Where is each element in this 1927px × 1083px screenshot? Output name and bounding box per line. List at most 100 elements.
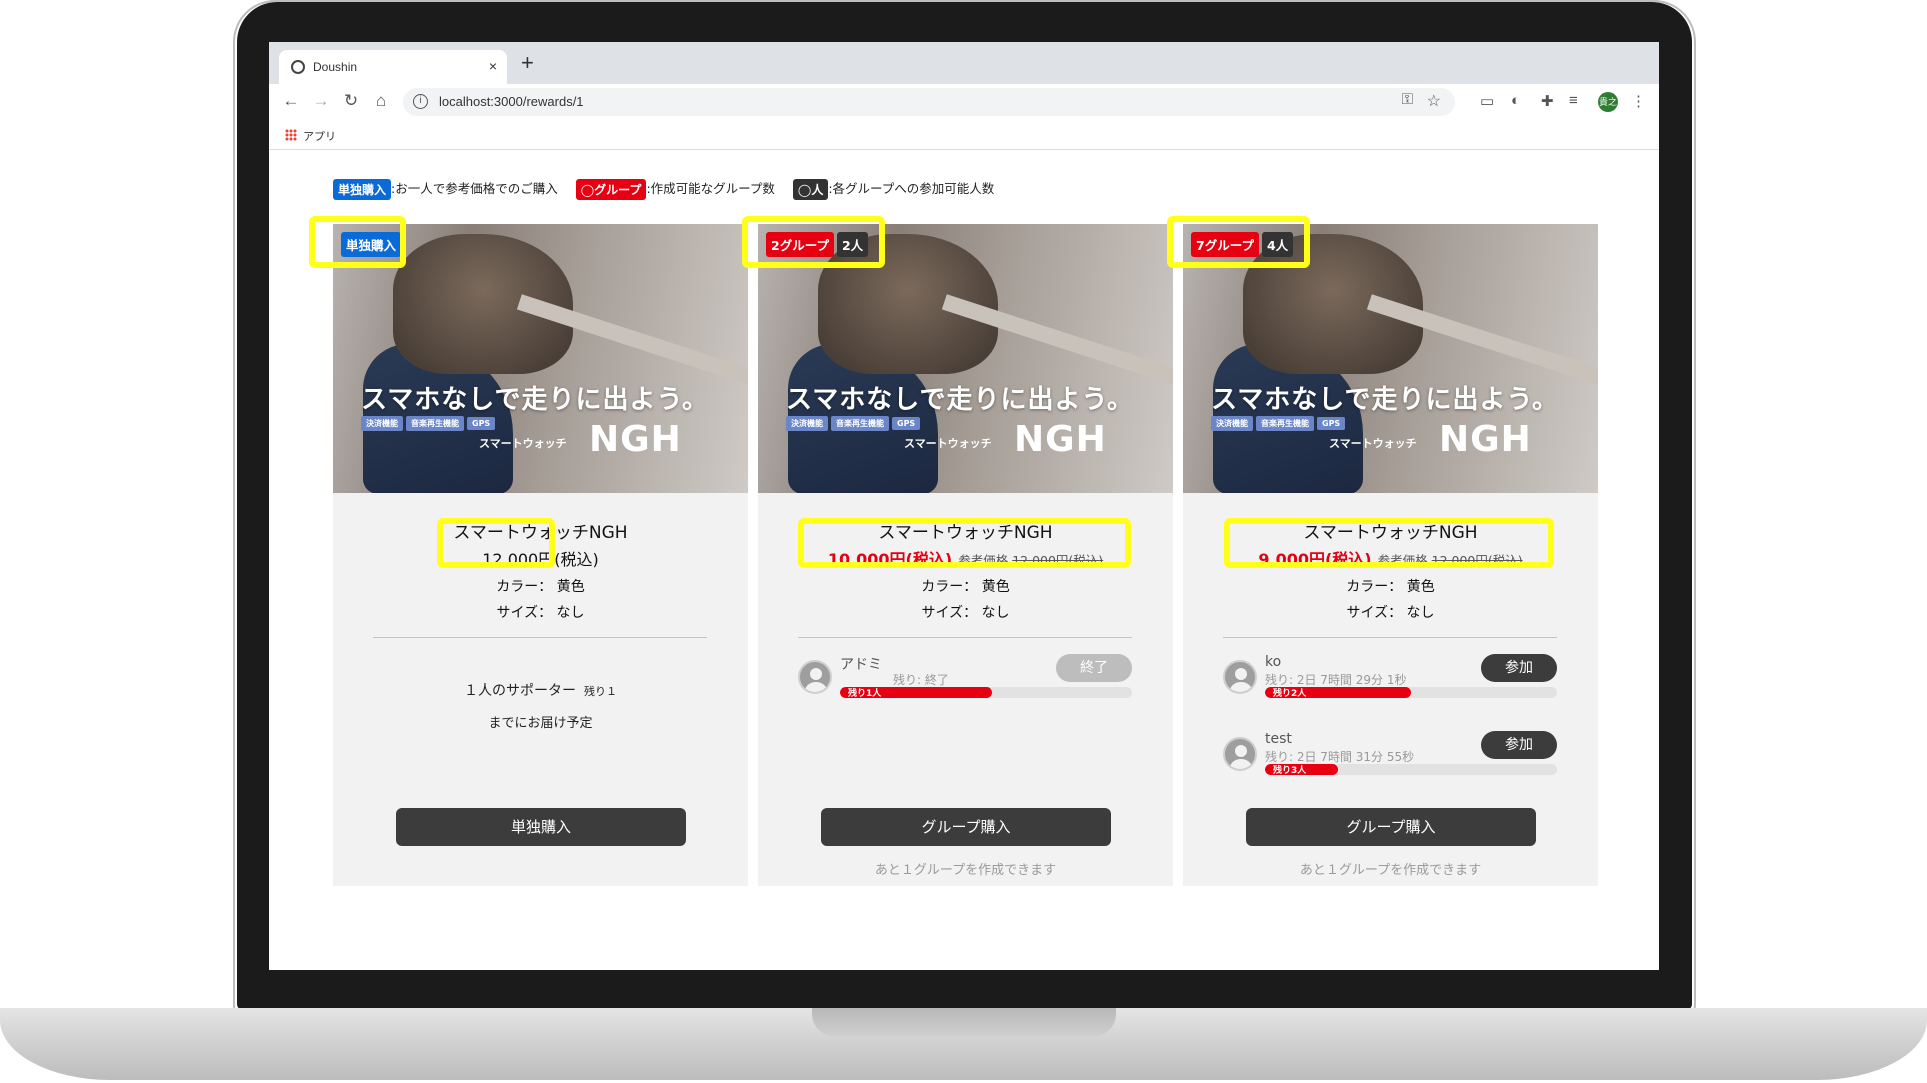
hero-chip: 音楽再生機能 — [831, 416, 889, 431]
hero-sub: スマートウォッチ — [904, 437, 992, 450]
group-purchase-button[interactable]: グループ購入 — [1246, 808, 1536, 846]
hero-chips: 決済機能 音楽再生機能 GPS — [786, 411, 923, 431]
hero-chip: 決済機能 — [1211, 416, 1253, 431]
url-text[interactable]: localhost:3000/rewards/1 — [439, 94, 584, 109]
group-progress-label: 残り3人 — [1273, 766, 1307, 775]
user-avatar-icon — [1223, 737, 1257, 771]
new-tab-button[interactable]: + — [521, 50, 534, 76]
highlight-box — [742, 216, 885, 268]
hero-logo: NGH — [1439, 419, 1532, 460]
menu-kebab-icon[interactable]: ⋮ — [1631, 92, 1646, 110]
delivery-text: までにお届け予定 — [488, 716, 593, 731]
group-create-note: あと１グループを作成できます — [874, 863, 1057, 878]
group-row: アドミ 残り: 終了 残り1人 終了 — [798, 654, 1132, 706]
group-progress-bar: 残り3人 — [1265, 764, 1557, 775]
highlight-box — [798, 518, 1131, 568]
address-bar[interactable]: i localhost:3000/rewards/1 ⚿ ☆ — [403, 88, 1455, 116]
divider — [1223, 637, 1557, 638]
group-time-remaining: 残り: 2日 7時間 31分 55秒 — [1265, 750, 1415, 764]
group-row: ko 残り: 2日 7時間 29分 1秒 残り2人 参加 — [1223, 654, 1557, 706]
size-line: サイズ： なし — [1346, 605, 1435, 621]
puzzle-icon[interactable]: ✚ — [1541, 92, 1554, 110]
page-content: 単独購入:お一人で参考価格でのご購入 ◯グループ:作成可能なグループ数 ◯人:各… — [269, 150, 1659, 970]
hero-sub: スマートウォッチ — [1329, 437, 1417, 450]
extension-circle-icon[interactable]: ◐ — [1511, 92, 1520, 109]
hero-chip: GPS — [1317, 417, 1346, 430]
back-button[interactable]: ← — [281, 91, 301, 111]
divider — [798, 637, 1132, 638]
highlight-box — [1167, 216, 1310, 268]
browser-toolbar: ← → ↻ ⌂ i localhost:3000/rewards/1 ⚿ ☆ ▭… — [269, 84, 1659, 120]
tab-title: Doushin — [313, 60, 358, 74]
legend-single-badge: 単独購入 — [333, 179, 392, 200]
tab-strip: Doushin × + — [269, 42, 1659, 84]
color-line: カラー： 黄色 — [1346, 579, 1435, 595]
group-row: test 残り: 2日 7時間 31分 55秒 残り3人 参加 — [1223, 731, 1557, 783]
user-avatar-icon — [1223, 660, 1257, 694]
browser-tab[interactable]: Doushin × — [279, 50, 507, 84]
divider — [373, 637, 707, 638]
highlight-box — [309, 216, 406, 268]
single-purchase-button[interactable]: 単独購入 — [396, 808, 686, 846]
user-avatar-icon — [798, 660, 832, 694]
cast-icon[interactable]: ▭ — [1480, 92, 1494, 110]
supporter-text: １人のサポーター — [464, 683, 576, 699]
group-progress-bar: 残り1人 — [840, 687, 1132, 698]
size-line: サイズ： なし — [496, 605, 585, 621]
star-icon[interactable]: ☆ — [1427, 91, 1441, 111]
group-name: アドミ — [840, 657, 882, 673]
color-line: カラー： 黄色 — [921, 579, 1010, 595]
reload-button[interactable]: ↻ — [341, 91, 361, 111]
hero-chip: 音楽再生機能 — [1256, 416, 1314, 431]
join-group-button[interactable]: 参加 — [1481, 654, 1557, 682]
hero-chip: 音楽再生機能 — [406, 416, 464, 431]
group-purchase-button[interactable]: グループ購入 — [821, 808, 1111, 846]
remaining-text: 残り１ — [584, 685, 617, 698]
legend-group: ◯グループ:作成可能なグループ数 — [575, 178, 775, 200]
hero-sub: スマートウォッチ — [479, 437, 567, 450]
group-progress-label: 残り1人 — [848, 689, 882, 698]
hero-logo: NGH — [589, 419, 682, 460]
key-icon[interactable]: ⚿ — [1402, 91, 1413, 108]
legend-people: ◯人:各グループへの参加可能人数 — [792, 178, 995, 200]
group-create-note: あと１グループを作成できます — [1299, 863, 1482, 878]
globe-icon — [291, 60, 305, 74]
group-progress-bar: 残り2人 — [1265, 687, 1557, 698]
laptop-screen: Doushin × + ← → ↻ ⌂ i localhost:3000/rew… — [269, 42, 1659, 970]
hero-chips: 決済機能 音楽再生機能 GPS — [361, 411, 498, 431]
group-name: test — [1265, 731, 1292, 747]
info-icon[interactable]: i — [413, 94, 428, 109]
group-name: ko — [1265, 654, 1282, 670]
bookmark-apps[interactable]: アプリ — [303, 128, 336, 144]
group-progress-fill: 残り2人 — [1265, 687, 1411, 698]
profile-avatar[interactable]: 貴之 — [1598, 92, 1618, 112]
highlight-box — [437, 518, 555, 568]
hero-chip: GPS — [892, 417, 921, 430]
apps-grid-icon[interactable] — [285, 129, 297, 141]
forward-button[interactable]: → — [311, 91, 331, 111]
join-group-button[interactable]: 参加 — [1481, 731, 1557, 759]
legend: 単独購入:お一人で参考価格でのご購入 ◯グループ:作成可能なグループ数 ◯人:各… — [333, 178, 1008, 200]
size-line: サイズ： なし — [921, 605, 1010, 621]
bookmarks-bar: アプリ — [269, 120, 1659, 150]
legend-single: 単独購入:お一人で参考価格でのご購入 — [333, 178, 558, 200]
legend-people-text: :各グループへの参加可能人数 — [828, 181, 995, 196]
group-time-remaining: 残り: 2日 7時間 29分 1秒 — [1265, 673, 1407, 687]
color-line: カラー： 黄色 — [496, 579, 585, 595]
group-time-remaining: 残り: 終了 — [893, 673, 949, 687]
close-icon[interactable]: × — [489, 58, 497, 74]
laptop-notch — [812, 1008, 1116, 1036]
legend-group-badge: ◯グループ — [575, 179, 647, 200]
legend-group-text: :作成可能なグループ数 — [646, 181, 775, 196]
highlight-box — [1224, 518, 1554, 568]
home-button[interactable]: ⌂ — [371, 91, 391, 111]
hero-chip: 決済機能 — [361, 416, 403, 431]
hero-logo: NGH — [1014, 419, 1107, 460]
legend-people-badge: ◯人 — [792, 179, 829, 200]
group-progress-fill: 残り3人 — [1265, 764, 1338, 775]
playlist-icon[interactable]: ≡ — [1569, 92, 1578, 109]
hero-chips: 決済機能 音楽再生機能 GPS — [1211, 411, 1348, 431]
legend-single-text: :お一人で参考価格でのご購入 — [391, 181, 558, 196]
group-ended-button[interactable]: 終了 — [1056, 654, 1132, 682]
hero-chip: 決済機能 — [786, 416, 828, 431]
